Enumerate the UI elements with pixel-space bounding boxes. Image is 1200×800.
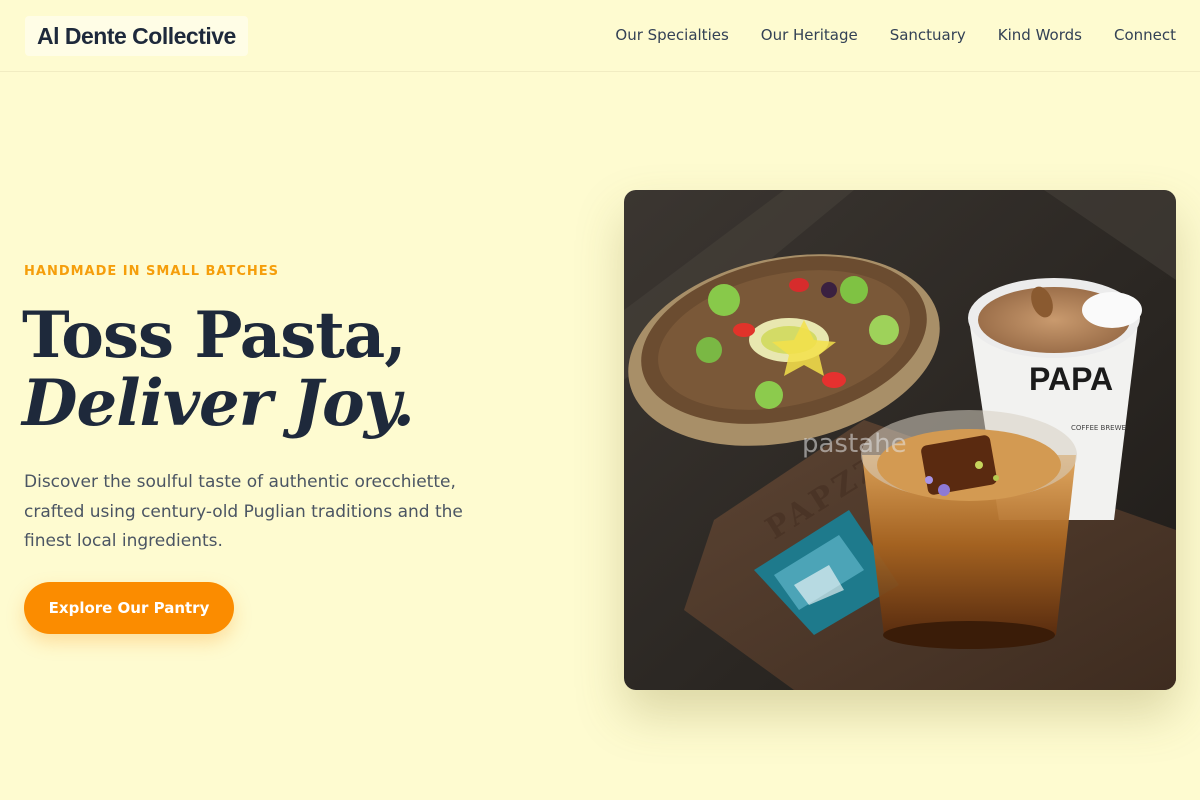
hero-photo-illustration: PAPZZ PAPA COFFEE BREWE pastahe: [624, 190, 1176, 690]
main-nav: Our Specialties Our Heritage Sanctuary K…: [615, 24, 1176, 46]
cup-brand-text: PAPA: [1029, 361, 1113, 397]
cup-small-text: COFFEE BREWE: [1071, 424, 1126, 432]
hero-eyebrow: HANDMADE IN SMALL BATCHES: [24, 264, 279, 279]
hero-description: Discover the soulful taste of authentic …: [24, 472, 463, 551]
hero-headline-line2: Deliver Joy.: [22, 366, 415, 441]
nav-link-specialties[interactable]: Our Specialties: [615, 26, 728, 44]
nav-link-sanctuary[interactable]: Sanctuary: [890, 26, 966, 44]
nav-item-specialties: Our Specialties: [615, 24, 728, 46]
nav-item-heritage: Our Heritage: [761, 24, 858, 46]
nav-link-kind-words[interactable]: Kind Words: [998, 26, 1082, 44]
explore-pantry-button[interactable]: Explore Our Pantry: [24, 582, 234, 634]
nav-item-kind-words: Kind Words: [998, 24, 1082, 46]
photo-watermark: pastahe: [802, 429, 907, 459]
nav-item-connect: Connect: [1114, 24, 1176, 46]
nav-link-heritage[interactable]: Our Heritage: [761, 26, 858, 44]
nav-link-connect[interactable]: Connect: [1114, 26, 1176, 44]
hero-headline-line1: Toss Pasta,: [22, 298, 407, 373]
site-header: Al Dente Collective Our Specialties Our …: [0, 0, 1200, 72]
site-logo[interactable]: Al Dente Collective: [25, 16, 248, 56]
hero-headline: Toss Pasta, Deliver Joy.: [22, 298, 415, 441]
nav-item-sanctuary: Sanctuary: [890, 24, 966, 46]
hero-photo: PAPZZ PAPA COFFEE BREWE pastahe: [624, 190, 1176, 690]
